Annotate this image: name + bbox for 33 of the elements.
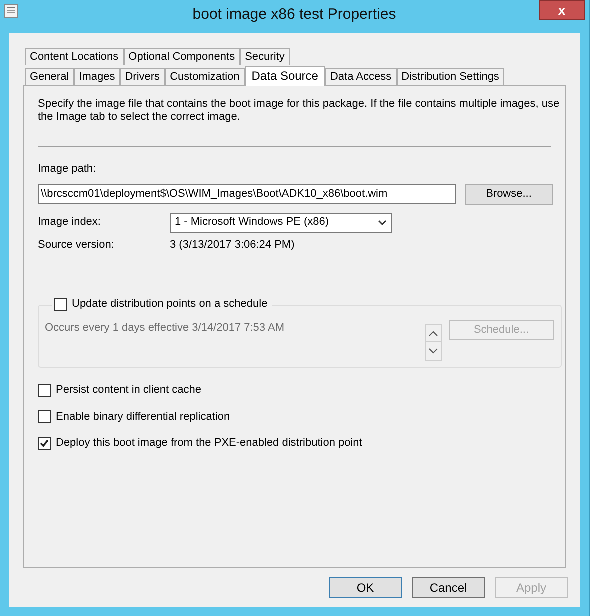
image-index-dropdown[interactable]: 1 - Microsoft Windows PE (x86) bbox=[170, 212, 392, 232]
browse-button[interactable]: Browse... bbox=[465, 184, 553, 204]
checkbox-label[interactable]: Deploy this boot image from the PXE-enabled distribution point bbox=[56, 435, 362, 452]
checkbox[interactable] bbox=[38, 410, 51, 424]
schedule-text: Occurs every 1 days effective 3/14/2017 7:53 AM bbox=[45, 321, 284, 336]
field-label: Image index: bbox=[38, 215, 102, 230]
tab[interactable]: General bbox=[25, 68, 74, 85]
spin-control[interactable] bbox=[425, 324, 442, 361]
tab[interactable]: Security bbox=[240, 48, 290, 65]
tab[interactable]: Drivers bbox=[120, 68, 166, 85]
properties-icon bbox=[4, 4, 18, 18]
checkbox[interactable] bbox=[38, 436, 51, 450]
check-icon bbox=[39, 438, 50, 449]
tab[interactable]: Content Locations bbox=[25, 48, 124, 65]
close-button[interactable]: x bbox=[539, 0, 585, 20]
caret-icon bbox=[378, 220, 387, 226]
tab[interactable]: Customization bbox=[165, 68, 245, 85]
description-text: Specify the image file that contains the boot image for this package. If the file contains multiple images, use the Image tab to select the correct image. bbox=[38, 98, 561, 124]
dialog-button[interactable]: OK bbox=[329, 577, 402, 598]
checkbox-label[interactable]: Persist content in client cache bbox=[56, 382, 202, 398]
tab[interactable]: Data Source bbox=[244, 66, 326, 86]
image-path-field[interactable]: \\brcsccm01\deployment$\OS\WIM_Images\Boot\ADK10_x86\boot.wim bbox=[38, 184, 456, 204]
checkbox[interactable] bbox=[38, 384, 51, 397]
checkbox-label[interactable]: Enable binary differential replication bbox=[56, 408, 230, 425]
tab[interactable]: Data Access bbox=[325, 68, 397, 85]
field-label: Image path: bbox=[38, 162, 98, 177]
source-version-text: 3 (3/13/2017 3:06:24 PM) bbox=[170, 238, 295, 252]
window-title: boot image x86 test Properties bbox=[192, 5, 396, 26]
tab[interactable]: Images bbox=[74, 68, 120, 85]
tab[interactable]: Distribution Settings bbox=[396, 68, 504, 85]
tab[interactable]: Optional Components bbox=[124, 48, 240, 65]
dialog-button[interactable]: Cancel bbox=[412, 577, 485, 598]
field-label: Source version: bbox=[38, 238, 116, 252]
